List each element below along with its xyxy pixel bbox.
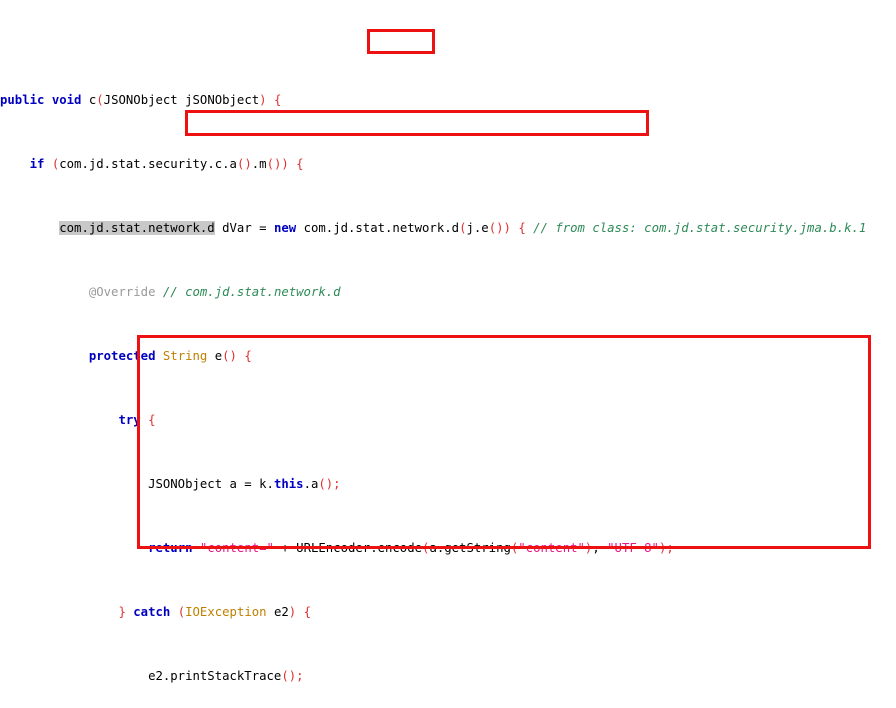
code-line-3[interactable]: com.jd.stat.network.d dVar = new com.jd.…	[0, 220, 896, 236]
code-viewer[interactable]: public void c(JSONObject jSONObject) { i…	[0, 0, 896, 708]
code-text-area[interactable]: public void c(JSONObject jSONObject) { i…	[0, 0, 896, 708]
code-line-8[interactable]: return "content=" + URLEncoder.encode(a.…	[0, 540, 896, 556]
code-line-4[interactable]: @Override // com.jd.stat.network.d	[0, 284, 896, 300]
code-line-5[interactable]: protected String e() {	[0, 348, 896, 364]
code-line-1[interactable]: public void c(JSONObject jSONObject) {	[0, 92, 896, 108]
code-line-2[interactable]: if (com.jd.stat.security.c.a().m()) {	[0, 156, 896, 172]
code-line-9[interactable]: } catch (IOException e2) {	[0, 604, 896, 620]
code-line-6[interactable]: try {	[0, 412, 896, 428]
code-line-7[interactable]: JSONObject a = k.this.a();	[0, 476, 896, 492]
code-line-10[interactable]: e2.printStackTrace();	[0, 668, 896, 684]
selected-token[interactable]: com.jd.stat.network.d	[59, 221, 215, 235]
